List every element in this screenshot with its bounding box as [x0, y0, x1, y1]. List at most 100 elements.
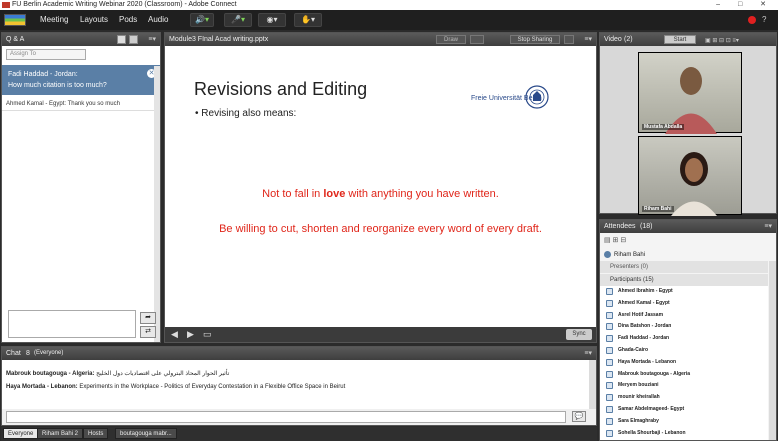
chat-input[interactable]: [6, 411, 566, 423]
assign-to-select[interactable]: Assign To: [6, 49, 86, 60]
chat-message: Haya Mortada - Lebanon: Experiments in t…: [6, 384, 346, 390]
participant-row[interactable]: mounir kheirallah: [600, 392, 768, 403]
participant-icon: [606, 370, 613, 378]
pod-menu-icon[interactable]: ≡▾: [764, 220, 772, 233]
participants-list: Ahmed Ibrahim - Egypt Ahmed Kamal - Egypt…: [600, 286, 768, 440]
qa-title: Q & A: [6, 36, 25, 43]
participant-icon: [606, 288, 613, 295]
share-fullscreen-icon[interactable]: [564, 35, 574, 44]
raise-hand-button[interactable]: ✋▾: [294, 13, 322, 27]
connection-status-icon: [4, 14, 26, 26]
slide-text-line1: Not to fall in love with anything you ha…: [262, 188, 499, 200]
participant-row[interactable]: Dina Batshon - Jordan: [600, 321, 768, 332]
participant-row[interactable]: Mabrouk boutagouga - Algeria: [600, 369, 768, 380]
participants-group[interactable]: Participants (15): [600, 274, 768, 286]
participant-name: Dina Batshon - Jordan: [618, 323, 672, 330]
attendees-pod: Attendees (18) ≡▾ ▤ ⊞ ⊟ Riham Bahi Prese…: [599, 219, 777, 441]
start-video-button[interactable]: Start: [664, 35, 696, 44]
speaker-volume-button[interactable]: 🔊▾: [190, 13, 214, 27]
menu-meeting[interactable]: Meeting: [40, 15, 68, 24]
record-indicator-icon[interactable]: [748, 16, 756, 24]
chat-tab-boutagouga[interactable]: boutagouga mabr...: [115, 428, 177, 439]
presenters-group[interactable]: Presenters (0): [600, 261, 768, 273]
chat-send-icon[interactable]: 💬: [572, 411, 586, 422]
pod-menu-icon[interactable]: ≡▾: [584, 347, 592, 360]
participant-row[interactable]: Ahmed Ibrahim - Egypt: [600, 286, 768, 297]
participant-name: Haya Mortada - Lebanon: [618, 358, 677, 365]
share-title: Module3 FInal Acad writing.pptx: [169, 36, 269, 43]
slide-text-line2: Be willing to cut, shorten and reorganiz…: [219, 223, 542, 235]
participant-name: Fadi Haddad - Jordan: [618, 335, 670, 342]
microphone-button[interactable]: 🎤▾: [224, 13, 252, 27]
sync-button[interactable]: Sync: [566, 329, 592, 340]
participant-row[interactable]: Haya Mortada - Lebanon: [600, 357, 768, 368]
chat-tab-everyone[interactable]: Everyone: [3, 428, 39, 439]
help-icon[interactable]: ?: [762, 15, 766, 24]
qa-input[interactable]: [8, 310, 136, 338]
participant-row[interactable]: Sara Elmaghraby: [600, 416, 768, 427]
participant-name: Asrel Hotif Jassam: [618, 311, 664, 318]
qa-question-item[interactable]: Ahmed Kamal - Egypt: Thank you so much: [2, 97, 160, 111]
chat-tabs: Everyone Riham Bahi 2 Hosts boutagouga m…: [1, 427, 597, 441]
participant-icon: [606, 347, 613, 354]
window-title-bar: FU Berlin Academic Writing Webinar 2020 …: [0, 0, 778, 10]
video-count: (2): [624, 36, 633, 43]
share-footer: ◀ ▶ ▭ Sync: [165, 327, 596, 342]
participant-row[interactable]: Meryem bouziani: [600, 380, 768, 391]
menu-layouts[interactable]: Layouts: [80, 15, 108, 24]
share-pod: Module3 FInal Acad writing.pptx Draw Sto…: [164, 32, 597, 343]
chat-scrollbar[interactable]: [589, 360, 596, 409]
participant-video-icon: [671, 152, 717, 216]
attendees-count: (18): [640, 223, 653, 230]
pod-menu-icon[interactable]: ≡▾: [148, 33, 156, 46]
window-controls[interactable]: – □ ✕: [716, 0, 774, 10]
qa-send-icon[interactable]: ➦: [140, 312, 156, 324]
participant-name: Sohella Shourbaji - Lebanon: [618, 429, 686, 436]
webcam-button[interactable]: ◉▾: [258, 13, 286, 27]
participant-icon: [606, 311, 613, 319]
participant-row[interactable]: Ghada-Cairo: [600, 345, 768, 356]
video-layout-icons[interactable]: ▣ ⊞ ⊟ ⊡ ≡▾: [705, 35, 765, 44]
participant-name: Sara Elmaghraby: [618, 417, 659, 424]
slide-bullet-text: Revising also means:: [201, 108, 297, 119]
prev-slide-icon[interactable]: ◀: [171, 329, 178, 340]
participant-row[interactable]: Samar Abdelmageed- Egypt: [600, 404, 768, 415]
qa-header: Q & A ≡▾: [2, 33, 160, 46]
menu-pods[interactable]: Pods: [119, 15, 137, 24]
participant-row[interactable]: Sohella Shourbaji - Lebanon: [600, 428, 768, 439]
qa-view-icon[interactable]: [117, 35, 126, 44]
qa-forward-icon[interactable]: ⇄: [140, 326, 156, 338]
qa-presenter-icon[interactable]: [129, 35, 138, 44]
participant-row[interactable]: Asrel Hotif Jassam: [600, 310, 768, 321]
video-tile-1[interactable]: Mustafa Abdalla: [638, 52, 742, 134]
pod-menu-icon[interactable]: ≡▾: [584, 33, 592, 46]
chat-tab-riham[interactable]: Riham Bahi 2: [37, 428, 84, 439]
slide-thumbnails-icon[interactable]: ▭: [203, 329, 212, 340]
attendees-scrollbar[interactable]: [769, 261, 776, 440]
stop-sharing-button[interactable]: Stop Sharing: [510, 35, 560, 44]
participant-icon: [606, 299, 613, 307]
chat-tab-hosts[interactable]: Hosts: [83, 428, 109, 439]
participant-name: Meryem bouziani: [618, 382, 659, 389]
share-header: Module3 FInal Acad writing.pptx Draw Sto…: [165, 33, 596, 46]
draw-button[interactable]: Draw: [436, 35, 466, 44]
next-slide-icon[interactable]: ▶: [187, 329, 194, 340]
participant-name: Mabrouk boutagouga - Algeria: [618, 370, 691, 377]
participant-icon: [606, 382, 613, 390]
chat-body: Mabrouk boutagouga - Algeria: تأثير الحو…: [2, 360, 596, 409]
participant-row[interactable]: Ahmed Kamal - Egypt: [600, 298, 768, 309]
participant-name: Samar Abdelmageed- Egypt: [618, 406, 685, 412]
host-row[interactable]: Riham Bahi: [600, 250, 776, 260]
host-icon: [604, 251, 611, 258]
slide-title: Revisions and Editing: [194, 79, 368, 99]
participant-row[interactable]: Fadi Haddad - Jordan: [600, 333, 768, 344]
attendee-view-icons[interactable]: ▤ ⊞ ⊟: [604, 236, 644, 246]
share-fit-icon[interactable]: [470, 35, 484, 44]
participant-name: Ahmed Kamal - Egypt: [618, 299, 670, 306]
qa-scrollbar[interactable]: [154, 66, 160, 342]
video-tile-2[interactable]: Riham Bahi: [638, 136, 742, 216]
fu-berlin-seal-icon: Freie Universität Berlin: [471, 85, 549, 109]
qa-question-selected[interactable]: Fadi Haddad - Jordan: How much citation …: [2, 65, 160, 95]
menu-audio[interactable]: Audio: [148, 15, 168, 24]
video-pod: Video (2) Start ▣ ⊞ ⊟ ⊡ ≡▾ Mustafa Abdal…: [599, 32, 777, 216]
